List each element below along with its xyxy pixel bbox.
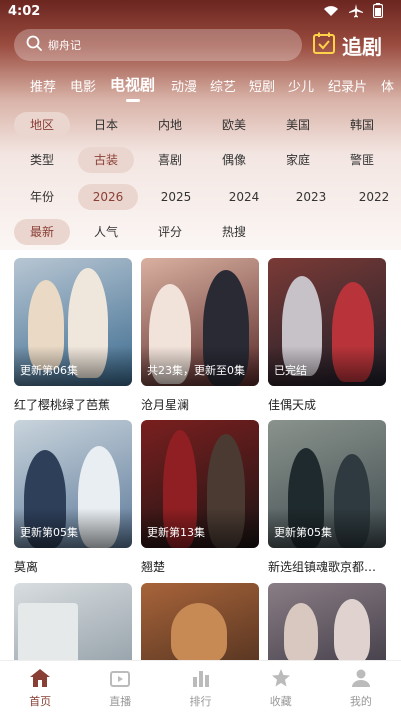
- poster-image: 更新第06集: [14, 258, 132, 386]
- poster-image: 更新第13集: [141, 420, 259, 548]
- search-icon: [26, 35, 42, 55]
- star-icon: [271, 669, 291, 693]
- series-title: 沧月星澜: [141, 398, 190, 412]
- tab-variety[interactable]: 综艺: [210, 76, 236, 95]
- episode-badge: 共23集，更新至0集: [147, 364, 245, 377]
- filter-option-selected[interactable]: 古装: [78, 147, 134, 173]
- tab-documentary[interactable]: 纪录片: [328, 76, 367, 95]
- filter-sort-row: 最新 人气 评分 热搜: [0, 219, 401, 247]
- poster-image: 更新第05集: [268, 420, 386, 548]
- series-card[interactable]: 更新第06集 红了樱桃绿了芭蕉: [14, 258, 132, 413]
- episode-badge: 更新第06集: [20, 364, 78, 377]
- brand-label: 追剧: [342, 34, 382, 59]
- search-input[interactable]: [48, 38, 268, 52]
- poster-image: 已完结: [268, 258, 386, 386]
- series-card[interactable]: 更新第05集 莫离: [14, 420, 132, 575]
- tab-recommend[interactable]: 推荐: [30, 76, 56, 95]
- poster-image: 更新第05集: [14, 420, 132, 548]
- nav-home[interactable]: 首页: [0, 661, 80, 713]
- filter-type-label[interactable]: 类型: [14, 147, 70, 173]
- filter-option[interactable]: 警匪: [334, 147, 390, 173]
- series-title: 莫离: [14, 560, 39, 574]
- filter-option[interactable]: 2023: [281, 184, 341, 210]
- tab-movie[interactable]: 电影: [70, 76, 96, 95]
- tab-indicator: [126, 99, 140, 102]
- episode-badge: 更新第05集: [20, 526, 78, 539]
- airplane-icon: [349, 3, 363, 18]
- battery-icon: [373, 3, 383, 18]
- series-title: 红了樱桃绿了芭蕉: [14, 398, 111, 412]
- ranking-icon: [191, 669, 211, 693]
- category-tabs: 推荐 电影 电视剧 动漫 综艺 短剧 少儿 纪录片 体: [0, 74, 401, 98]
- status-bar: 4:02: [0, 0, 401, 24]
- nav-label: 排行: [189, 695, 212, 708]
- filter-option[interactable]: 美国: [270, 112, 326, 138]
- filter-year-row: 年份 2026 2025 2024 2023 2022: [0, 184, 401, 212]
- filter-option[interactable]: 喜剧: [142, 147, 198, 173]
- home-icon: [30, 669, 51, 693]
- tab-kids[interactable]: 少儿: [288, 76, 314, 95]
- search-bar[interactable]: [14, 29, 302, 61]
- filter-option[interactable]: 欧美: [206, 112, 262, 138]
- nav-label: 我的: [349, 695, 372, 708]
- series-title: 新选组镇魂歌京都决...: [268, 560, 386, 574]
- sort-option[interactable]: 热搜: [206, 219, 262, 245]
- nav-profile[interactable]: 我的: [321, 661, 401, 713]
- filter-type-row: 类型 古装 喜剧 偶像 家庭 警匪: [0, 147, 401, 175]
- nav-label: 直播: [109, 695, 132, 708]
- user-icon: [351, 669, 371, 693]
- filter-option[interactable]: 2025: [146, 184, 206, 210]
- series-card[interactable]: 共23集，更新至0集 沧月星澜: [141, 258, 259, 413]
- wifi-icon: [323, 5, 339, 17]
- filter-region-row: 地区 日本 内地 欧美 美国 韩国: [0, 112, 401, 140]
- series-card[interactable]: 更新第13集 翘楚: [141, 420, 259, 575]
- tab-anime[interactable]: 动漫: [171, 76, 197, 95]
- status-time: 4:02: [8, 4, 41, 19]
- filter-option[interactable]: 偶像: [206, 147, 262, 173]
- filter-option-selected[interactable]: 2026: [78, 184, 138, 210]
- filter-option[interactable]: 内地: [142, 112, 198, 138]
- follow-drama-button[interactable]: 追剧: [312, 29, 382, 61]
- filter-option[interactable]: 家庭: [270, 147, 326, 173]
- bottom-navigation: 首页 直播 排行 收藏 我的: [0, 660, 401, 713]
- tab-tv-series[interactable]: 电视剧: [110, 74, 155, 95]
- tab-short-drama[interactable]: 短剧: [249, 76, 275, 95]
- nav-favorites[interactable]: 收藏: [241, 661, 321, 713]
- series-title: 佳偶天成: [268, 398, 317, 412]
- tv-play-icon: [110, 669, 131, 693]
- filter-region-label[interactable]: 地区: [14, 112, 70, 138]
- filter-year-label[interactable]: 年份: [14, 184, 70, 210]
- episode-badge: 更新第13集: [147, 526, 205, 539]
- nav-ranking[interactable]: 排行: [160, 661, 240, 713]
- nav-label: 首页: [29, 695, 52, 708]
- series-card[interactable]: 已完结 佳偶天成: [268, 258, 386, 413]
- calendar-check-icon: [312, 31, 336, 60]
- poster-image: 共23集，更新至0集: [141, 258, 259, 386]
- filter-option[interactable]: 2022: [348, 184, 400, 210]
- episode-badge: 更新第05集: [274, 526, 332, 539]
- series-title: 翘楚: [141, 560, 166, 574]
- episode-badge: 已完结: [274, 364, 307, 377]
- sort-option[interactable]: 评分: [142, 219, 198, 245]
- filter-option[interactable]: 日本: [78, 112, 134, 138]
- tab-sports[interactable]: 体: [381, 76, 394, 95]
- sort-option-selected[interactable]: 最新: [14, 219, 70, 245]
- nav-label: 收藏: [269, 695, 292, 708]
- nav-live[interactable]: 直播: [80, 661, 160, 713]
- sort-option[interactable]: 人气: [78, 219, 134, 245]
- series-card[interactable]: 更新第05集 新选组镇魂歌京都决...: [268, 420, 386, 575]
- filter-option[interactable]: 2024: [214, 184, 274, 210]
- filter-option[interactable]: 韩国: [334, 112, 390, 138]
